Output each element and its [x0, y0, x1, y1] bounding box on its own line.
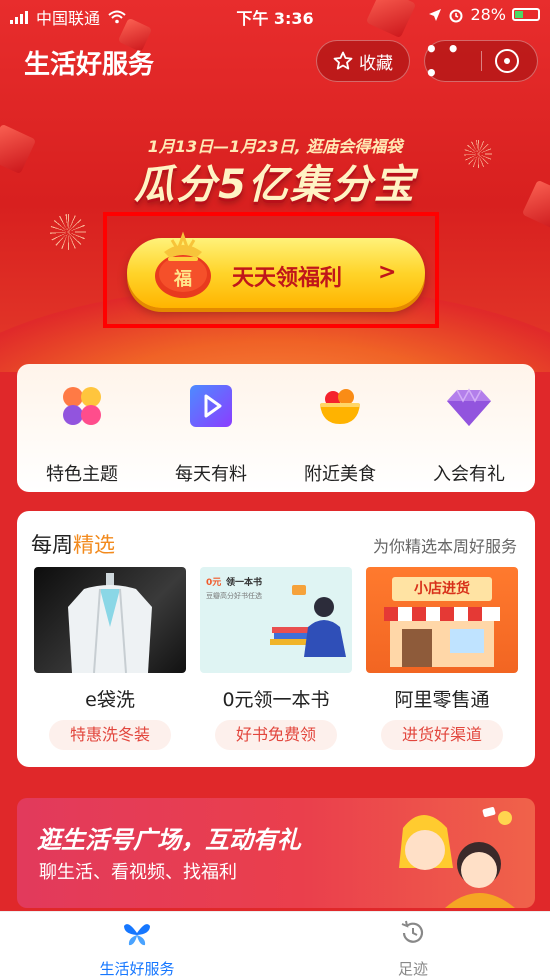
mini-program-capsule: • • • [424, 37, 538, 85]
service-item-lst[interactable]: 小店进货 阿里零售通 进货好渠道 [366, 567, 518, 750]
service-item-free-book[interactable]: 0元 领一本书 豆瓣高分好书任选 0元领一本书 好书免费领 [200, 567, 352, 750]
banner-title: 逛生活号广场，互动有礼 [37, 826, 301, 854]
quick-entry-label: 特色主题 [46, 464, 118, 485]
quick-entry-daily[interactable]: 每天有料 [151, 382, 271, 486]
close-button[interactable] [495, 49, 519, 73]
quick-entry-card: 特色主题 每天有料 附近美食 入会有礼 [17, 364, 535, 492]
alarm-icon [449, 9, 463, 22]
service-name: 0元领一本书 [222, 689, 330, 711]
service-name: e袋洗 [85, 689, 135, 711]
page-title: 生活好服务 [24, 50, 155, 80]
promo-headline: 瓜分5亿集分宝 [134, 162, 416, 208]
service-image: 小店进货 [366, 567, 518, 673]
service-name: 阿里零售通 [394, 689, 490, 711]
weekly-title-accent: 精选 [73, 533, 115, 557]
quick-entry-food[interactable]: 附近美食 [280, 382, 400, 486]
service-tag: 特惠洗冬装 [49, 720, 171, 750]
tab-life-services[interactable]: 生活好服务 [67, 918, 207, 979]
weekly-picks-subtitle[interactable]: 为你精选本周好服务 [373, 533, 517, 557]
battery-icon [512, 8, 540, 21]
favorite-button[interactable]: 收藏 [316, 40, 410, 82]
location-icon [429, 8, 442, 21]
service-item-edaixi[interactable]: e袋洗 特惠洗冬装 [34, 567, 186, 750]
quick-entry-label: 每天有料 [175, 464, 247, 485]
weekly-picks-title: 每周精选 [31, 529, 115, 559]
tab-footprints[interactable]: 足迹 [343, 918, 483, 979]
service-image: 0元 领一本书 豆瓣高分好书任选 [200, 567, 352, 673]
banner-subtitle: 聊生活、看视频、找福利 [39, 862, 237, 883]
store-image [384, 607, 500, 667]
quick-entry-membership[interactable]: 入会有礼 [409, 382, 529, 486]
more-button[interactable]: • • • [425, 37, 481, 85]
service-image [34, 567, 186, 673]
highlight-frame [103, 212, 439, 328]
title-bar: 生活好服务 收藏 • • • [0, 36, 550, 86]
battery-percent: 28% [470, 5, 506, 24]
service-tag: 进货好渠道 [381, 720, 503, 750]
weekly-picks-card: 每周精选 为你精选本周好服务 e袋洗 特惠洗冬装 0元 领一本书 豆瓣高分好书任… [17, 511, 535, 767]
plaza-banner[interactable]: 逛生活号广场，互动有礼 聊生活、看视频、找福利 [17, 798, 535, 908]
tab-label: 生活好服务 [99, 960, 175, 978]
quick-entry-label: 附近美食 [304, 464, 376, 485]
play-icon [190, 385, 232, 427]
theme-icon [63, 387, 101, 425]
reading-person-image [270, 585, 346, 657]
favorite-label: 收藏 [359, 53, 393, 74]
weekly-title-prefix: 每周 [31, 533, 73, 557]
food-bowl-icon [320, 389, 360, 424]
jacket-image [68, 573, 152, 673]
tab-bar: 生活好服务 足迹 [0, 911, 550, 980]
service-tag: 好书免费领 [215, 720, 337, 750]
quick-entry-label: 入会有礼 [433, 464, 505, 485]
tab-label: 足迹 [397, 960, 428, 978]
history-icon [401, 920, 424, 943]
firework-decoration [50, 214, 86, 250]
kids-illustration [399, 807, 515, 908]
more-dots-icon: • • • [425, 37, 461, 85]
butterfly-icon [124, 924, 150, 946]
capsule-divider [481, 51, 482, 71]
status-bar: 中国联通 下午 3:36 28% [0, 0, 550, 30]
diamond-icon [447, 388, 491, 426]
star-icon [333, 51, 353, 70]
quick-entry-theme[interactable]: 特色主题 [22, 382, 142, 486]
